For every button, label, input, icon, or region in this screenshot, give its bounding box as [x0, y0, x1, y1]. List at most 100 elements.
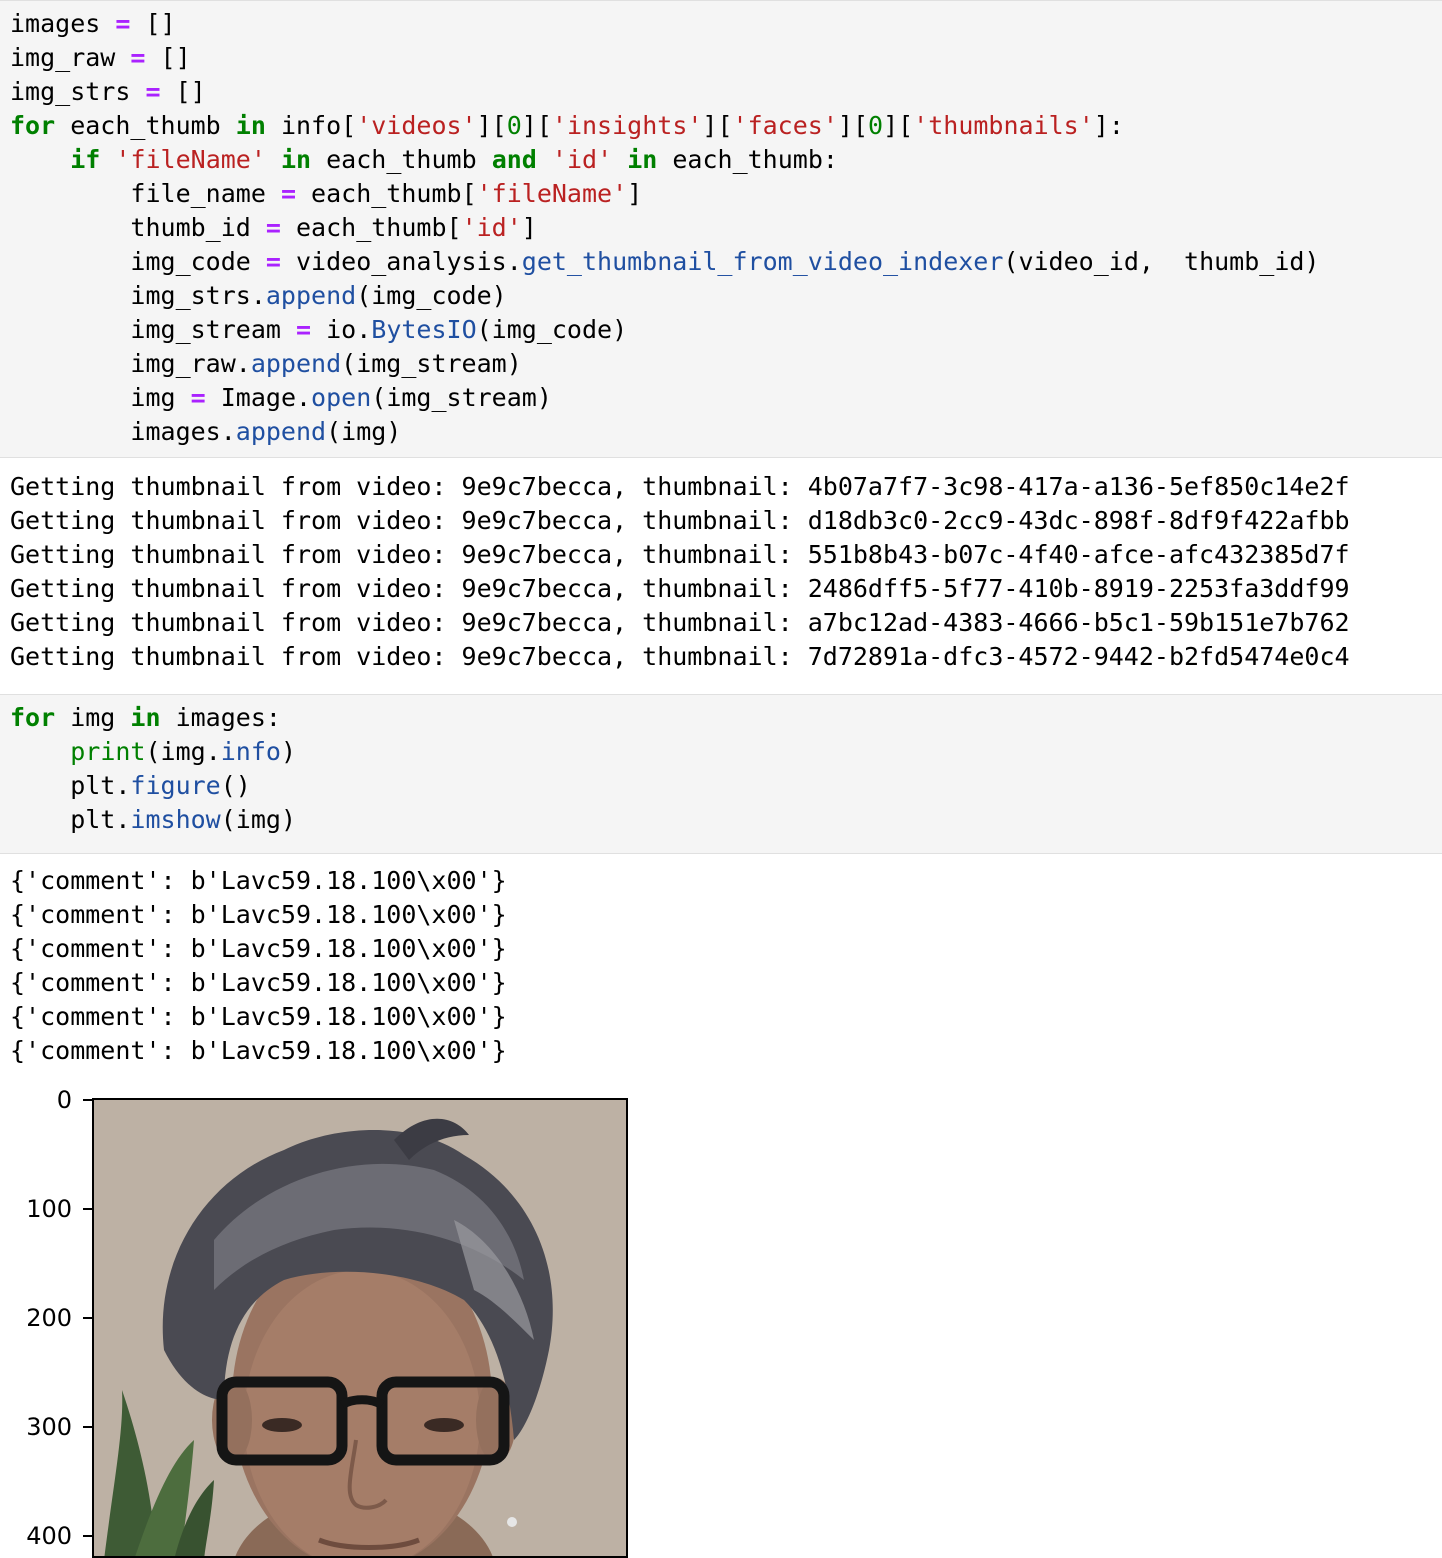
code-cell-2[interactable]: for img in images: print(img.info) plt.f… — [0, 694, 1442, 854]
code-token: img_raw — [10, 43, 131, 72]
code-token: in — [130, 703, 161, 732]
code-cell-2-line: for img in images: — [10, 701, 281, 735]
code-token: in — [235, 111, 266, 140]
code-token: 'fileName' — [476, 179, 628, 208]
code-token: [] — [145, 43, 191, 72]
y-tick — [83, 1208, 92, 1210]
code-cell-2-line: print(img.info) — [10, 735, 296, 769]
code-token: each_thumb[ — [296, 179, 477, 208]
code-token: = — [115, 9, 131, 38]
code-token: plt. — [10, 805, 131, 834]
output-2-line: {'comment': b'Lavc59.18.100\x00'} — [10, 968, 507, 997]
code-token: (img. — [145, 737, 221, 766]
code-token: 'fileName' — [115, 145, 266, 174]
code-token: img_strs. — [10, 281, 266, 310]
code-token: () — [220, 771, 251, 800]
code-token: for — [10, 111, 56, 140]
y-tick — [83, 1426, 92, 1428]
code-cell-1-line: img_stream = io.BytesIO(img_code) — [10, 313, 627, 347]
code-token: img_strs — [10, 77, 146, 106]
code-token: ] — [521, 213, 537, 242]
code-token: ][ — [521, 111, 552, 140]
code-token: get_thumbnail_from_video_indexer — [521, 247, 1004, 276]
code-token: images — [10, 9, 116, 38]
thumbnail-image — [92, 1098, 628, 1558]
output-1-line: Getting thumbnail from video: 9e9c7becca… — [10, 540, 1350, 569]
code-token: (img_code) — [476, 315, 628, 344]
code-token: 'faces' — [732, 111, 838, 140]
output-2-line: {'comment': b'Lavc59.18.100\x00'} — [10, 1002, 507, 1031]
code-token: 'insights' — [551, 111, 703, 140]
code-token: [] — [160, 77, 206, 106]
y-tick-label: 100 — [26, 1195, 72, 1223]
code-token: (img_code) — [356, 281, 507, 310]
code-cell-1-line: img_strs.append(img_code) — [10, 279, 507, 313]
code-token: img_stream — [10, 315, 296, 344]
code-cell-1-line: img = Image.open(img_stream) — [10, 381, 552, 415]
code-token: (img_stream) — [341, 349, 522, 378]
code-token: plt. — [10, 771, 131, 800]
code-token: img_raw. — [10, 349, 251, 378]
code-cell-1-line: for each_thumb in info['videos'][0]['ins… — [10, 109, 1124, 143]
face-thumbnail-photo — [94, 1100, 626, 1556]
code-token: 'videos' — [356, 111, 477, 140]
code-token: (img_stream) — [371, 383, 552, 412]
code-cell-1-line: img_raw = [] — [10, 41, 191, 75]
code-cell-1-line: file_name = each_thumb['fileName'] — [10, 177, 642, 211]
code-token: ][ — [702, 111, 733, 140]
code-cell-2-line: plt.imshow(img) — [10, 803, 296, 837]
code-token: for — [10, 703, 56, 732]
output-1-line: Getting thumbnail from video: 9e9c7becca… — [10, 642, 1350, 671]
output-1-line: Getting thumbnail from video: 9e9c7becca… — [10, 472, 1350, 501]
code-token: ][ — [837, 111, 868, 140]
output-2-line: {'comment': b'Lavc59.18.100\x00'} — [10, 1036, 507, 1065]
code-token: video_analysis. — [280, 247, 522, 276]
code-cell-1-line: images = [] — [10, 7, 176, 41]
code-token: 'id' — [551, 145, 613, 174]
code-token: each_thumb — [55, 111, 236, 140]
output-1-line: Getting thumbnail from video: 9e9c7becca… — [10, 574, 1350, 603]
output-2-line: {'comment': b'Lavc59.18.100\x00'} — [10, 934, 507, 963]
code-token: (img) — [220, 805, 296, 834]
code-token: img — [10, 383, 191, 412]
code-cell-1-line: images.append(img) — [10, 415, 401, 449]
code-token: (video_id, thumb_id) — [1003, 247, 1320, 276]
code-token: img — [55, 703, 131, 732]
code-token: each_thumb[ — [280, 213, 462, 242]
code-cell-1[interactable]: images = [] img_raw = [] img_strs = [] for … — [0, 0, 1442, 458]
code-token: figure — [130, 771, 221, 800]
code-cell-1-line: img_raw.append(img_stream) — [10, 347, 522, 381]
y-tick — [83, 1535, 92, 1537]
code-token: 0 — [506, 111, 522, 140]
code-cell-1-line: if 'fileName' in each_thumb and 'id' in … — [10, 143, 838, 177]
code-token: ][ — [883, 111, 914, 140]
code-token: imshow — [130, 805, 221, 834]
code-token: ][ — [476, 111, 507, 140]
code-token: 0 — [868, 111, 884, 140]
code-cell-1-line: thumb_id = each_thumb['id'] — [10, 211, 537, 245]
code-token: append — [265, 281, 357, 310]
code-token: = — [190, 383, 206, 412]
code-token: img_code — [10, 247, 266, 276]
code-token: = — [130, 43, 146, 72]
code-cell-2-line: plt.figure() — [10, 769, 251, 803]
code-token: each_thumb: — [657, 145, 838, 174]
code-cell-1-line: img_strs = [] — [10, 75, 206, 109]
code-token: 'thumbnails' — [913, 111, 1094, 140]
y-tick-label: 300 — [26, 1413, 72, 1441]
code-token: in — [280, 145, 312, 174]
code-token: and — [491, 145, 537, 174]
code-token: Image. — [205, 383, 312, 412]
output-2-line: {'comment': b'Lavc59.18.100\x00'} — [10, 866, 507, 895]
code-token: = — [280, 179, 296, 208]
y-tick-label: 0 — [56, 1086, 72, 1114]
code-token: append — [235, 417, 327, 446]
code-token: images. — [10, 417, 236, 446]
code-token: append — [250, 349, 342, 378]
code-token: = — [145, 77, 161, 106]
